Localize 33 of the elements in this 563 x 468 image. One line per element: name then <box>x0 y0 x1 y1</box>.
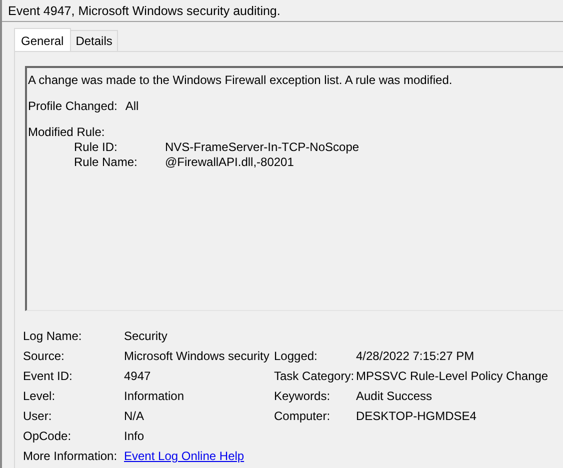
property-label: Event ID: <box>23 368 74 384</box>
property-value: Security <box>124 328 168 344</box>
property-label: Logged: <box>274 348 318 364</box>
property-label: OpCode: <box>23 428 72 444</box>
field-value: All <box>125 99 139 113</box>
property-value: N/A <box>124 408 146 424</box>
field-value: NVS-FrameServer-In-TCP-NoScope <box>165 140 360 155</box>
property-value: Microsoft Windows security <box>124 348 270 364</box>
property-label: Source: <box>23 348 66 364</box>
property-label: Computer: <box>274 408 332 424</box>
property-label: Level: <box>23 388 56 404</box>
property-label: More Information: <box>23 448 118 464</box>
section-heading: Modified Rule: <box>28 125 105 139</box>
help-link[interactable]: Event Log Online Help <box>124 448 274 464</box>
property-label: Task Category: <box>274 368 356 384</box>
field-label: Rule ID: <box>74 140 118 155</box>
property-value: 4947 <box>124 368 152 384</box>
field-label: Profile Changed: <box>28 99 118 113</box>
window-title: Event 4947, Microsoft Windows security auditing. <box>8 4 280 18</box>
property-value: Info <box>124 428 146 444</box>
property-label: User: <box>23 408 53 424</box>
property-value: MPSSVC Rule-Level Policy Change <box>356 368 550 384</box>
description-text: A change was made to the Windows Firewall exception list. A rule was modified. <box>28 72 454 88</box>
tab[interactable]: General <box>14 28 71 51</box>
property-label: Log Name: <box>23 328 83 344</box>
property-label: Keywords: <box>274 388 332 404</box>
property-value: Information <box>124 388 186 404</box>
property-value: DESKTOP-HGMDSE4 <box>356 408 478 424</box>
field-label: Rule Name: <box>74 155 138 170</box>
tab[interactable]: Details <box>70 30 118 51</box>
field-value: @FirewallAPI.dll,-80201 <box>165 155 295 170</box>
property-value: Audit Success <box>356 388 434 404</box>
property-value: 4/28/2022 7:15:27 PM <box>356 348 476 364</box>
